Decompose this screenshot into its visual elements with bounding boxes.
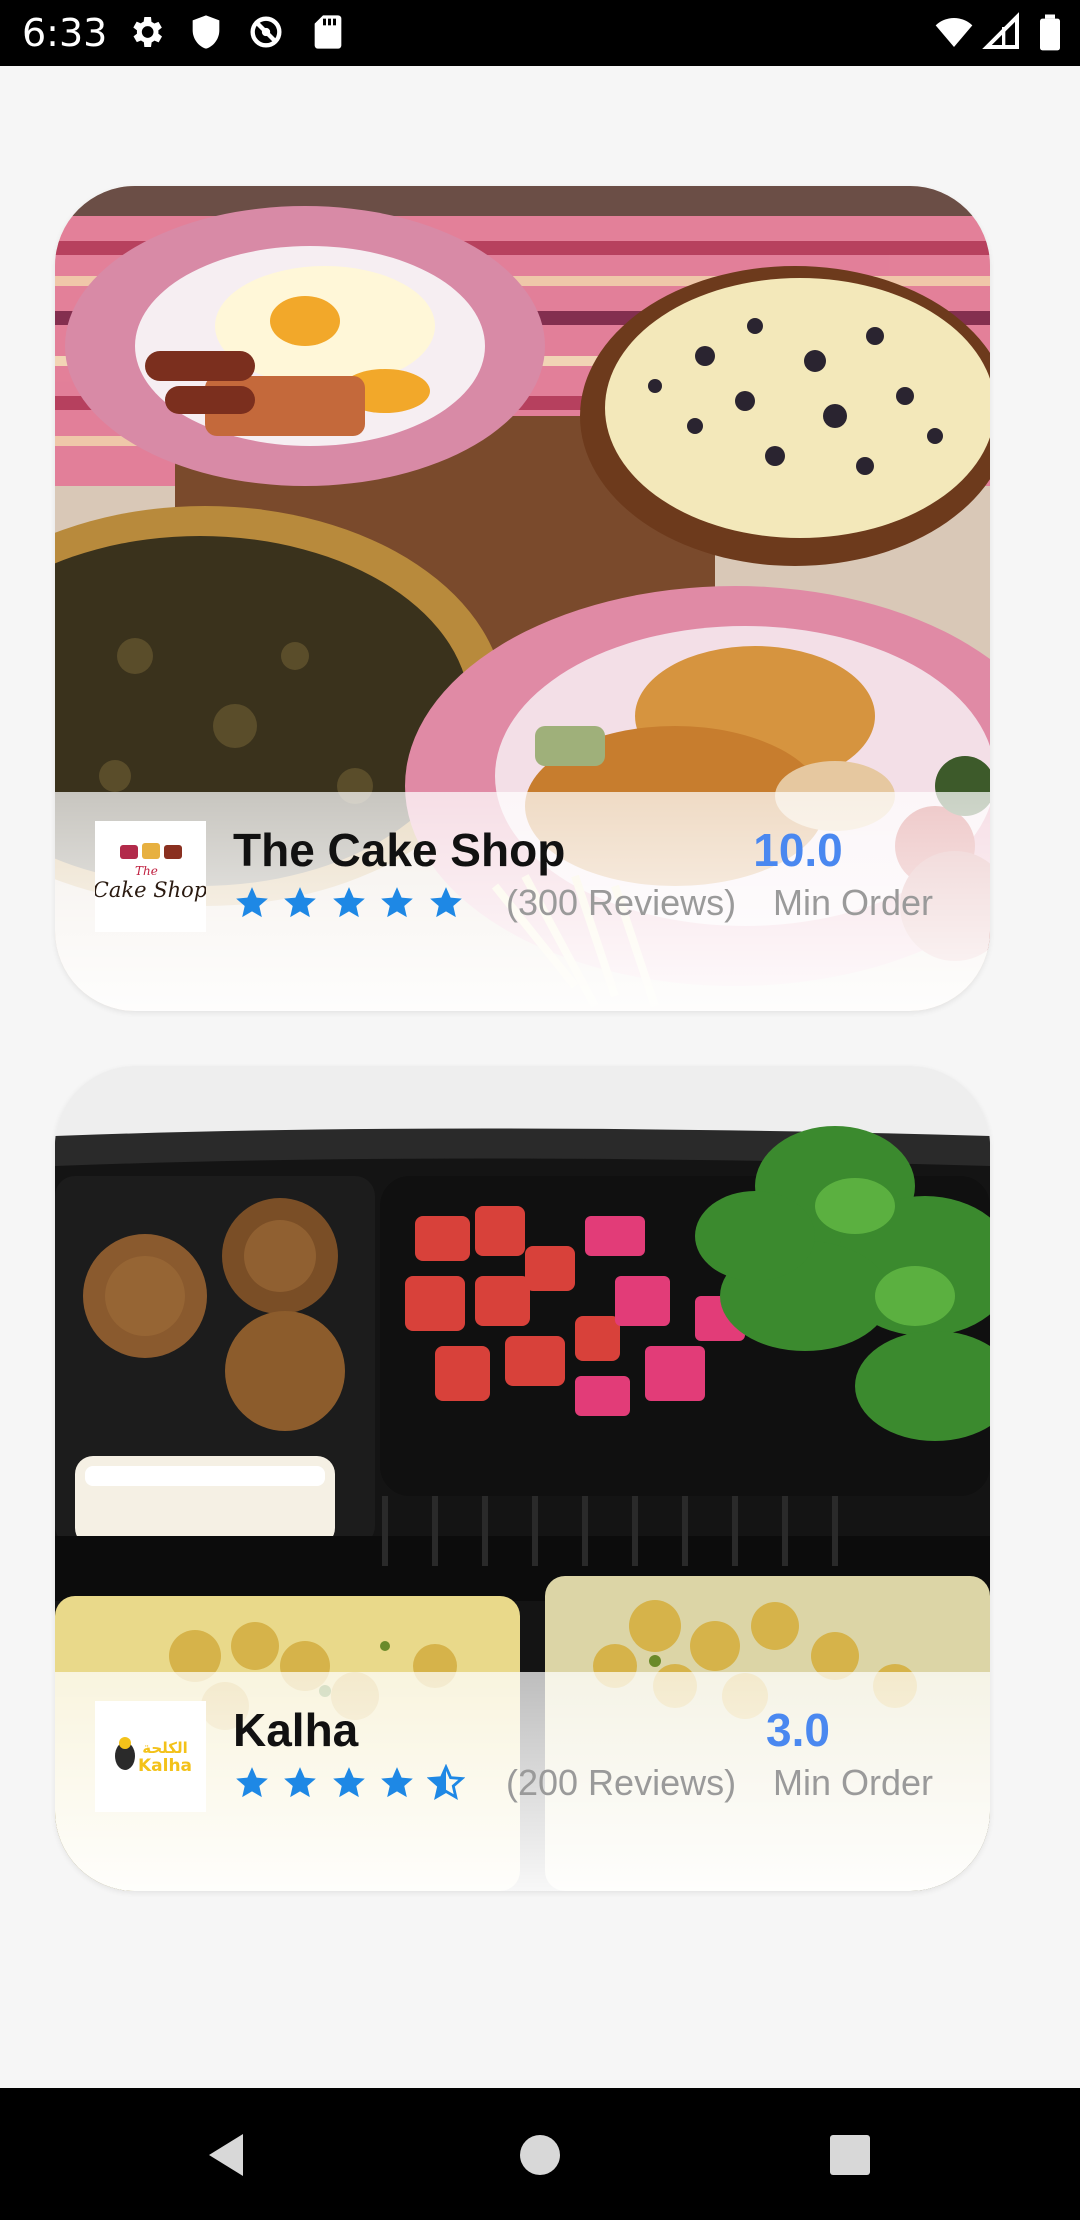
star-full-icon xyxy=(378,884,416,922)
restaurant-card-kalha[interactable]: الكلحة Kalha Kalha (200 Reviews) 3.0 Min… xyxy=(55,1066,990,1891)
sync-off-icon xyxy=(246,12,286,52)
rating-stars xyxy=(233,1764,471,1804)
review-count: (300 Reviews) xyxy=(506,882,737,923)
restaurant-name: Kalha xyxy=(233,1704,359,1756)
restaurant-name: The Cake Shop xyxy=(233,824,566,876)
rating-stars xyxy=(233,884,471,924)
min-order-value: 10.0 xyxy=(753,824,843,876)
status-time: 6:33 xyxy=(22,11,108,55)
star-full-icon xyxy=(233,884,271,922)
star-full-icon xyxy=(233,1764,271,1802)
svg-text:The: The xyxy=(135,864,158,878)
restaurant-list: The Cake Shop The Cake Shop (300 Reviews… xyxy=(0,66,1080,2088)
star-full-icon xyxy=(281,1764,319,1802)
min-order-label: Min Order xyxy=(772,1762,933,1803)
gear-icon xyxy=(126,12,166,52)
home-icon[interactable] xyxy=(505,2120,575,2190)
star-half-icon xyxy=(426,1764,465,1802)
navigation-bar xyxy=(0,2088,1080,2220)
restaurant-info-strip: الكلحة Kalha Kalha (200 Reviews) 3.0 Min… xyxy=(55,1672,990,1891)
svg-text:Cake Shop: Cake Shop xyxy=(95,878,206,902)
restaurant-logo: الكلحة Kalha xyxy=(95,1701,206,1812)
signal-icon xyxy=(982,12,1022,52)
review-count: (200 Reviews) xyxy=(506,1762,737,1803)
shield-icon xyxy=(186,12,226,52)
star-full-icon xyxy=(281,884,319,922)
svg-text:Kalha: Kalha xyxy=(138,1756,192,1776)
wifi-icon xyxy=(934,12,974,52)
star-full-icon xyxy=(330,884,368,922)
status-bar: 6:33 xyxy=(0,0,1080,66)
restaurant-logo: The Cake Shop xyxy=(95,821,206,932)
restaurant-info-strip: The Cake Shop The Cake Shop (300 Reviews… xyxy=(55,792,990,1011)
star-full-icon xyxy=(330,1764,368,1802)
battery-icon xyxy=(1030,12,1070,52)
svg-text:الكلحة: الكلحة xyxy=(142,1739,188,1757)
sd-card-icon xyxy=(308,12,348,52)
star-full-icon xyxy=(427,884,465,922)
star-full-icon xyxy=(378,1764,416,1802)
restaurant-card-the-cake-shop[interactable]: The Cake Shop The Cake Shop (300 Reviews… xyxy=(55,186,990,1011)
back-icon[interactable] xyxy=(191,2120,261,2190)
min-order-label: Min Order xyxy=(772,882,933,923)
min-order-value: 3.0 xyxy=(766,1704,830,1756)
recents-icon[interactable] xyxy=(815,2120,885,2190)
